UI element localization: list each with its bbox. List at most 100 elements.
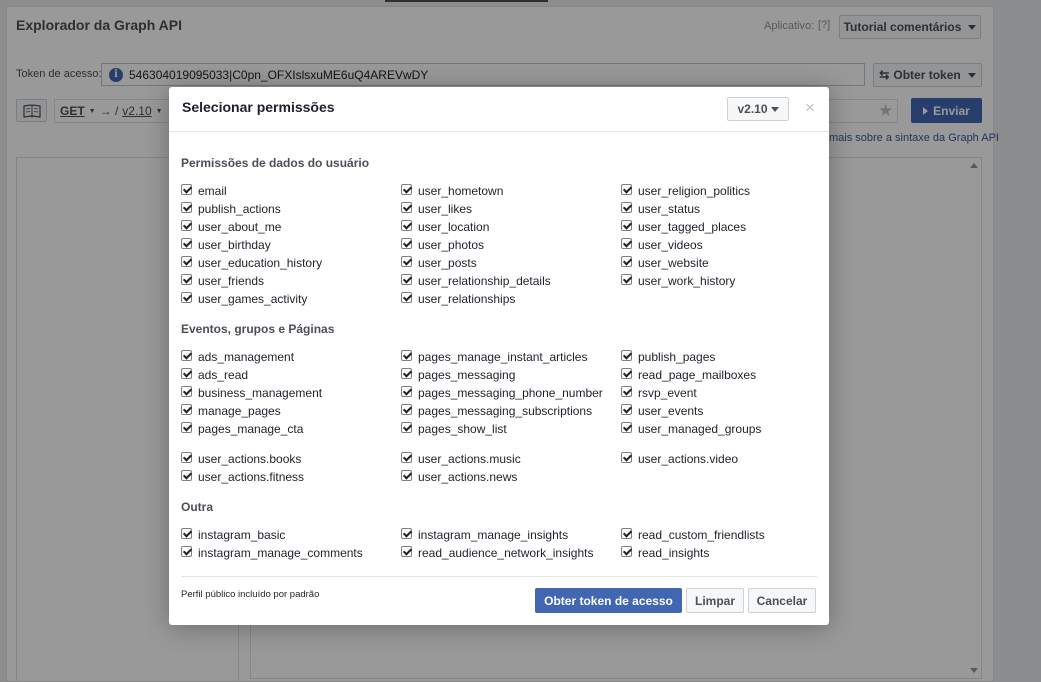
permission-checkbox[interactable]	[401, 421, 412, 433]
permission-checkbox[interactable]	[181, 421, 192, 433]
permission-checkbox[interactable]	[401, 255, 412, 267]
permission-checkbox[interactable]	[401, 291, 412, 303]
permission-checkbox[interactable]	[181, 403, 192, 415]
permission-checkbox[interactable]	[181, 219, 192, 231]
permission-checkbox[interactable]	[621, 201, 632, 213]
permission-instagram-basic[interactable]: instagram_basic	[181, 527, 285, 542]
permission-user-relationships[interactable]: user_relationships	[401, 291, 515, 306]
permission-manage-pages[interactable]: manage_pages	[181, 403, 281, 418]
permission-label: user_events	[638, 404, 704, 418]
close-icon[interactable]: ×	[805, 98, 815, 118]
permission-pages-messaging-subscriptions[interactable]: pages_messaging_subscriptions	[401, 403, 592, 418]
permission-user-relationship-details[interactable]: user_relationship_details	[401, 273, 551, 288]
permission-checkbox[interactable]	[401, 201, 412, 213]
permission-checkbox[interactable]	[621, 527, 632, 539]
permission-checkbox[interactable]	[621, 451, 632, 463]
permission-checkbox[interactable]	[401, 273, 412, 285]
permission-user-friends[interactable]: user_friends	[181, 273, 264, 288]
permission-user-actions-books[interactable]: user_actions.books	[181, 451, 301, 466]
permission-publish-actions[interactable]: publish_actions	[181, 201, 281, 216]
permission-user-videos[interactable]: user_videos	[621, 237, 703, 252]
permission-pages-manage-cta[interactable]: pages_manage_cta	[181, 421, 303, 436]
permission-publish-pages[interactable]: publish_pages	[621, 349, 715, 364]
permission-checkbox[interactable]	[401, 237, 412, 249]
permission-checkbox[interactable]	[621, 273, 632, 285]
permission-checkbox[interactable]	[621, 367, 632, 379]
permission-rsvp-event[interactable]: rsvp_event	[621, 385, 697, 400]
permission-checkbox[interactable]	[621, 183, 632, 195]
permission-checkbox[interactable]	[401, 403, 412, 415]
cancel-button[interactable]: Cancelar	[748, 588, 816, 613]
clear-button[interactable]: Limpar	[686, 588, 744, 613]
permission-user-posts[interactable]: user_posts	[401, 255, 477, 270]
permission-checkbox[interactable]	[401, 469, 412, 481]
permission-checkbox[interactable]	[401, 385, 412, 397]
version-select[interactable]: v2.10	[727, 97, 789, 121]
permission-checkbox[interactable]	[621, 545, 632, 557]
permission-checkbox[interactable]	[621, 421, 632, 433]
permission-ads-management[interactable]: ads_management	[181, 349, 294, 364]
permission-checkbox[interactable]	[181, 291, 192, 303]
permission-checkbox[interactable]	[401, 367, 412, 379]
permission-read-page-mailboxes[interactable]: read_page_mailboxes	[621, 367, 756, 382]
get-access-token-button[interactable]: Obter token de acesso	[535, 588, 682, 613]
permission-checkbox[interactable]	[621, 403, 632, 415]
permission-checkbox[interactable]	[401, 219, 412, 231]
permission-pages-messaging[interactable]: pages_messaging	[401, 367, 515, 382]
permission-user-actions-news[interactable]: user_actions.news	[401, 469, 517, 484]
permission-user-actions-music[interactable]: user_actions.music	[401, 451, 521, 466]
permission-user-games-activity[interactable]: user_games_activity	[181, 291, 307, 306]
permission-read-insights[interactable]: read_insights	[621, 545, 709, 560]
permission-user-location[interactable]: user_location	[401, 219, 489, 234]
permission-user-actions-video[interactable]: user_actions.video	[621, 451, 738, 466]
permission-checkbox[interactable]	[181, 201, 192, 213]
permission-user-birthday[interactable]: user_birthday	[181, 237, 271, 252]
permission-pages-manage-instant-articles[interactable]: pages_manage_instant_articles	[401, 349, 587, 364]
permission-user-photos[interactable]: user_photos	[401, 237, 484, 252]
permission-user-events[interactable]: user_events	[621, 403, 704, 418]
permission-user-religion-politics[interactable]: user_religion_politics	[621, 183, 750, 198]
permission-read-audience-network-insights[interactable]: read_audience_network_insights	[401, 545, 593, 560]
permission-checkbox[interactable]	[401, 451, 412, 463]
permission-checkbox[interactable]	[181, 469, 192, 481]
permission-checkbox[interactable]	[401, 349, 412, 361]
permission-checkbox[interactable]	[181, 349, 192, 361]
permission-email[interactable]: email	[181, 183, 227, 198]
permission-user-status[interactable]: user_status	[621, 201, 700, 216]
permission-checkbox[interactable]	[401, 545, 412, 557]
permission-checkbox[interactable]	[181, 367, 192, 379]
permission-pages-show-list[interactable]: pages_show_list	[401, 421, 507, 436]
permission-label: ads_read	[198, 368, 249, 382]
permission-user-actions-fitness[interactable]: user_actions.fitness	[181, 469, 304, 484]
permission-checkbox[interactable]	[181, 255, 192, 267]
permission-user-about-me[interactable]: user_about_me	[181, 219, 281, 234]
permission-checkbox[interactable]	[181, 451, 192, 463]
permission-checkbox[interactable]	[181, 527, 192, 539]
permission-user-website[interactable]: user_website	[621, 255, 709, 270]
permission-checkbox[interactable]	[621, 219, 632, 231]
permission-instagram-manage-comments[interactable]: instagram_manage_comments	[181, 545, 363, 560]
permission-checkbox[interactable]	[621, 385, 632, 397]
permission-checkbox[interactable]	[181, 237, 192, 249]
permission-pages-messaging-phone-number[interactable]: pages_messaging_phone_number	[401, 385, 603, 400]
permission-user-likes[interactable]: user_likes	[401, 201, 472, 216]
permission-checkbox[interactable]	[621, 349, 632, 361]
permission-user-education-history[interactable]: user_education_history	[181, 255, 322, 270]
permission-business-management[interactable]: business_management	[181, 385, 322, 400]
permission-checkbox[interactable]	[621, 237, 632, 249]
permission-user-work-history[interactable]: user_work_history	[621, 273, 735, 288]
permission-instagram-manage-insights[interactable]: instagram_manage_insights	[401, 527, 568, 542]
permission-checkbox[interactable]	[181, 273, 192, 285]
permission-checkbox[interactable]	[621, 255, 632, 267]
permission-ads-read[interactable]: ads_read	[181, 367, 249, 382]
permission-checkbox[interactable]	[181, 385, 192, 397]
permission-checkbox[interactable]	[181, 545, 192, 557]
permission-user-managed-groups[interactable]: user_managed_groups	[621, 421, 761, 436]
permission-checkbox[interactable]	[401, 527, 412, 539]
permission-checkbox[interactable]	[181, 183, 192, 195]
permission-user-tagged-places[interactable]: user_tagged_places	[621, 219, 747, 234]
permission-checkbox[interactable]	[401, 183, 412, 195]
permission-read-custom-friendlists[interactable]: read_custom_friendlists	[621, 527, 765, 542]
permission-user-hometown[interactable]: user_hometown	[401, 183, 503, 198]
permission-label: user_tagged_places	[638, 220, 747, 234]
